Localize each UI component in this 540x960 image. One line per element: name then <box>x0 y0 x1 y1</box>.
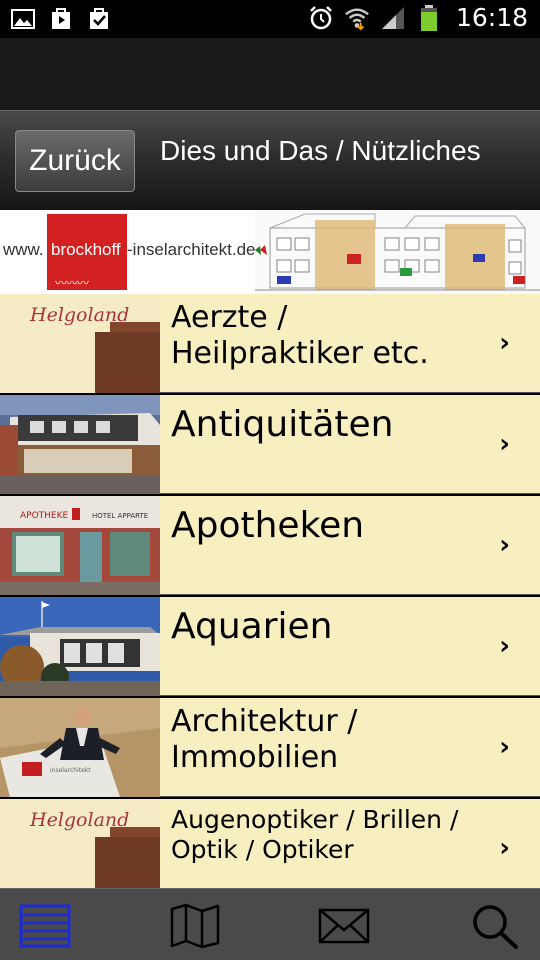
advertising-banner[interactable]: www. brockhoff -inselarchitekt.de 〰〰〰 <box>0 210 540 294</box>
gallery-icon <box>10 6 36 32</box>
chevron-right-icon: › <box>499 833 510 863</box>
signal-icon <box>380 5 406 31</box>
list-item-label: Aquarien <box>171 606 333 647</box>
list-item[interactable]: inselarchitekt Architektur / Immobilien … <box>0 698 540 797</box>
category-list: Helgoland Aerzte / Heilpraktiker etc. › … <box>0 294 540 888</box>
battery-icon <box>416 4 442 31</box>
status-bar: 16:18 <box>0 0 540 38</box>
list-item[interactable]: Helgoland Augenoptiker / Brillen / Optik… <box>0 799 540 888</box>
banner-url-suffix: -inselarchitekt.de <box>127 240 256 259</box>
wifi-icon <box>344 5 370 31</box>
helgoland-logo-thumbnail: Helgoland <box>0 294 160 393</box>
banner-url-prefix: www. <box>3 240 44 259</box>
svg-text:HOTEL APPARTE: HOTEL APPARTE <box>92 512 148 520</box>
helgoland-logo-thumbnail: Helgoland <box>0 799 160 888</box>
clock: 16:18 <box>455 3 528 32</box>
chevron-right-icon: › <box>499 530 510 560</box>
list-item[interactable]: Helgoland Aerzte / Heilpraktiker etc. › <box>0 294 540 393</box>
chevron-right-icon: › <box>499 429 510 459</box>
svg-text:APOTHEKE: APOTHEKE <box>20 511 69 521</box>
architect-photo-thumbnail: inselarchitekt <box>0 698 160 797</box>
mail-tab[interactable] <box>318 903 370 949</box>
shop-photo-thumbnail <box>0 395 160 494</box>
list-item-label: Architektur / Immobilien <box>171 704 358 775</box>
aquarium-building-photo-thumbnail <box>0 597 160 696</box>
tasks-icon <box>86 6 112 32</box>
chevron-right-icon: › <box>499 631 510 661</box>
list-item-label: Augenoptiker / Brillen / Optik / Optiker <box>171 805 459 864</box>
list-icon <box>19 904 71 948</box>
list-item[interactable]: APOTHEKE HOTEL APPARTE Apotheken › <box>0 496 540 595</box>
list-tab[interactable] <box>19 903 71 949</box>
list-item-label: Antiquitäten <box>171 404 394 445</box>
pharmacy-photo-thumbnail: APOTHEKE HOTEL APPARTE <box>0 496 160 595</box>
play-store-icon <box>48 6 74 32</box>
chevron-right-icon: › <box>499 328 510 358</box>
page-title: Dies und Das / Nützliches <box>160 135 481 166</box>
back-button[interactable]: Zurück <box>15 130 135 192</box>
list-item[interactable]: Aquarien › <box>0 597 540 696</box>
chevron-right-icon: › <box>499 732 510 762</box>
app-spacer <box>0 38 540 110</box>
mail-icon <box>318 908 370 944</box>
alarm-icon <box>308 5 334 31</box>
search-icon <box>473 905 518 949</box>
list-item[interactable]: Antiquitäten › <box>0 395 540 494</box>
wave-logo-icon: 〰〰〰 <box>55 276 89 290</box>
svg-text:inselarchitekt: inselarchitekt <box>50 767 91 774</box>
building-drawing <box>255 210 540 294</box>
bottom-tab-bar <box>0 888 540 960</box>
banner-brand: brockhoff <box>51 240 121 259</box>
search-tab[interactable] <box>468 903 520 949</box>
navigation-bar: Zurück Dies und Das / Nützliches <box>0 110 540 210</box>
list-item-label: Apotheken <box>171 505 365 546</box>
map-icon <box>170 903 220 949</box>
map-tab[interactable] <box>169 903 221 949</box>
list-item-label: Aerzte / Heilpraktiker etc. <box>171 300 429 371</box>
